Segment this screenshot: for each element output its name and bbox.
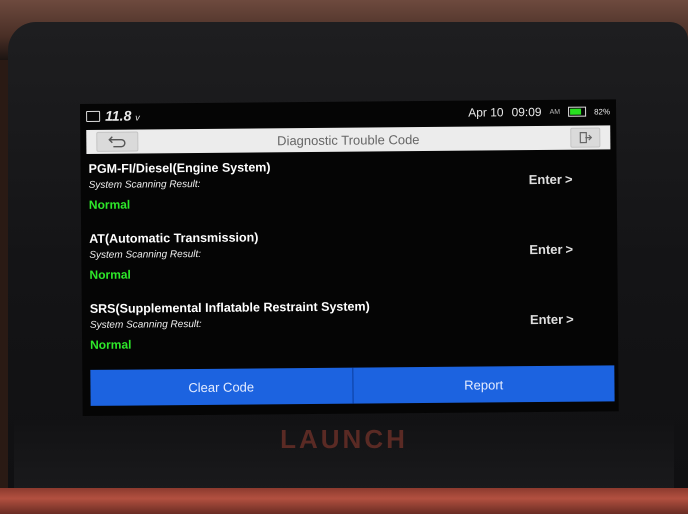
chevron-right-icon: > (566, 311, 574, 327)
status-bar: 11.8 v Apr 10 09:09 AM 82% (80, 99, 616, 128)
action-bar: Clear Code Report (90, 365, 615, 406)
time-suffix: AM (549, 108, 561, 116)
system-row-transmission[interactable]: AT(Automatic Transmission) System Scanni… (89, 227, 606, 298)
battery-percent: 82% (594, 106, 611, 117)
system-name: SRS(Supplemental Inflatable Restraint Sy… (89, 299, 370, 316)
enter-button[interactable]: Enter > (529, 172, 573, 187)
back-button[interactable] (96, 131, 139, 152)
report-button[interactable]: Report (353, 365, 615, 403)
title-bar: Diagnostic Trouble Code (86, 125, 611, 154)
device-screen: 11.8 v Apr 10 09:09 AM 82% Diagnostic Tr… (80, 99, 619, 416)
scan-result-label: System Scanning Result: (88, 178, 201, 191)
page-title: Diagnostic Trouble Code (277, 131, 420, 148)
gallery-icon (86, 110, 101, 122)
battery-icon (568, 106, 587, 117)
chevron-right-icon: > (564, 171, 573, 187)
system-row-srs[interactable]: SRS(Supplemental Inflatable Restraint Sy… (90, 297, 607, 368)
exit-button[interactable] (570, 127, 601, 148)
scan-result-status: Normal (90, 337, 132, 352)
chevron-right-icon: > (565, 241, 574, 257)
clear-code-button[interactable]: Clear Code (90, 368, 352, 406)
scan-result-status: Normal (88, 197, 131, 212)
system-name: AT(Automatic Transmission) (89, 230, 259, 246)
status-time: 09:09 (511, 104, 542, 120)
system-row-engine[interactable]: PGM-FI/Diesel(Engine System) System Scan… (89, 157, 606, 228)
scan-result-label: System Scanning Result: (89, 248, 202, 261)
exit-icon (579, 131, 593, 144)
battery-voltage: 11.8 v (105, 107, 140, 124)
system-name: PGM-FI/Diesel(Engine System) (88, 160, 271, 176)
back-arrow-icon (108, 136, 126, 148)
enter-button[interactable]: Enter > (530, 312, 574, 327)
brand-logo: LAUNCH (280, 424, 408, 454)
status-date: Apr 10 (468, 105, 504, 120)
scan-result-label: System Scanning Result: (89, 318, 202, 331)
enter-button[interactable]: Enter > (529, 242, 573, 257)
device-rubber-edge (0, 488, 688, 514)
scan-result-status: Normal (89, 267, 131, 282)
